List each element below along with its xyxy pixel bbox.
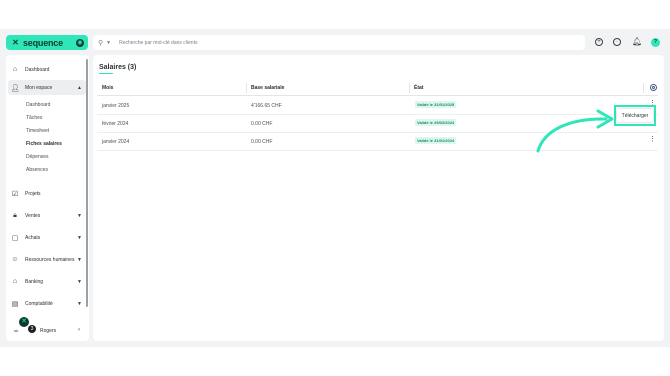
sub-item-taches[interactable]: Tâches [26, 115, 42, 121]
column-header-month[interactable]: Mois [102, 85, 113, 91]
download-button[interactable]: Télécharger [617, 109, 653, 122]
chevron-up-icon: ▲ [77, 84, 82, 91]
title-underline [99, 73, 113, 74]
plus-circle-icon[interactable]: + [595, 38, 603, 46]
column-header-state[interactable]: État [414, 85, 423, 91]
page-title: Salaires (3) [99, 64, 137, 71]
sub-item-absences[interactable]: Absences [26, 167, 48, 173]
chevron-down-icon: ▼ [77, 234, 82, 241]
logo-text: sequence [23, 37, 63, 48]
sidebar-item-ressources-humaines[interactable]: ☺ Ressources humaines ▼ [6, 252, 86, 267]
cell-base: 0.00 CHF [251, 139, 273, 145]
notification-count-badge: 3 [28, 325, 36, 333]
cell-base: 0.00 CHF [251, 121, 273, 127]
chevron-down-icon: ▼ [77, 278, 82, 285]
sidebar-item-ventes[interactable]: 🔒︎ Ventes ▼ [6, 208, 86, 223]
search-bar[interactable]: ⚲ ▼ [93, 35, 585, 50]
sidebar-item-banking[interactable]: ⌂ Banking ▼ [6, 274, 86, 289]
sidebar-item-achats[interactable]: ▢ Achats ▼ [6, 230, 86, 245]
logo-badge-icon[interactable]: ◉ [76, 38, 84, 47]
ledger-icon: ▤ [11, 300, 19, 308]
sidebar-item-dashboard[interactable]: ⌂ Dashboard [6, 62, 86, 77]
cell-base: 4'166.65 CHF [251, 103, 282, 109]
bag-icon: 🔒︎ [13, 211, 17, 219]
more-options-icon[interactable]: ⋮ [649, 136, 656, 143]
sidebar-user-name[interactable]: Rogers [40, 328, 56, 334]
cell-month: janvier 2025 [102, 103, 130, 109]
sub-item-fiches-salaires[interactable]: Fiches salaires [26, 141, 62, 147]
cell-month: février 2024 [102, 121, 129, 127]
help-widget-icon[interactable]: ✕ [19, 317, 29, 327]
annotation-arrow [536, 109, 614, 153]
status-badge: Validé le 29/02/2024 [415, 119, 457, 126]
sidebar-item-comptabilite[interactable]: ▤ Comptabilité ▼ [6, 296, 86, 311]
avatar[interactable]: ? [651, 38, 660, 47]
sidebar-item-label: Achats [25, 234, 41, 241]
bank-icon: ⌂ [12, 278, 18, 285]
sidebar-item-label: Projets [25, 190, 41, 197]
sidebar-item-label: Ressources humaines [25, 256, 75, 263]
user-icon: 👤︎ [10, 84, 20, 92]
app-logo[interactable]: ✕ sequence ◉ [6, 35, 88, 50]
sub-item-depenses[interactable]: Dépenses [26, 154, 49, 160]
column-divider [409, 83, 410, 93]
sidebar-item-mon-espace[interactable]: 👤︎ Mon espace ▲ [8, 80, 86, 95]
sidebar-item-projets[interactable]: ☑ Projets [6, 186, 86, 201]
sub-item-timesheet[interactable]: Timesheet [26, 128, 49, 134]
sidebar-item-label: Comptabilité [25, 300, 53, 307]
column-header-base[interactable]: Base salariale [251, 85, 284, 91]
logo-mark-icon: ✕ [12, 38, 19, 47]
user-initials: ok [14, 328, 19, 333]
sub-item-dashboard[interactable]: Dashboard [26, 102, 50, 108]
search-input[interactable] [119, 36, 520, 49]
status-badge: Validé le 31/01/2024 [415, 137, 457, 144]
sidebar-scrollbar[interactable] [86, 59, 88, 307]
search-icon: ⚲ [98, 39, 104, 47]
sidebar-item-label: Dashboard [25, 66, 50, 73]
column-divider [643, 83, 644, 93]
chevron-down-icon[interactable]: ▼ [106, 40, 111, 46]
chevron-down-icon: ▼ [77, 256, 82, 263]
shopping-bag-icon: ▢ [11, 234, 19, 242]
cell-month: janvier 2024 [102, 139, 130, 145]
sidebar-item-label: Banking [25, 278, 44, 285]
clock-icon[interactable]: · [613, 38, 621, 46]
column-divider [246, 83, 247, 93]
chevron-down-icon: ▼ [77, 300, 82, 307]
status-badge: Validé le 31/01/2025 [415, 101, 457, 108]
sidebar: ⌂ Dashboard 👤︎ Mon espace ▲ Dashboard Tâ… [6, 55, 89, 341]
home-icon: ⌂ [12, 66, 18, 73]
checkbox-icon: ☑ [11, 190, 19, 198]
table-header: Mois Base salariale État [97, 81, 658, 96]
chevron-down-icon: ▼ [77, 212, 82, 219]
people-icon: ☺ [11, 256, 19, 263]
chevron-right-icon[interactable]: › [78, 327, 80, 333]
sidebar-item-label: Mon espace [25, 84, 53, 91]
bell-icon[interactable]: 🔔︎ [632, 38, 642, 46]
sidebar-item-label: Ventes [25, 212, 41, 219]
